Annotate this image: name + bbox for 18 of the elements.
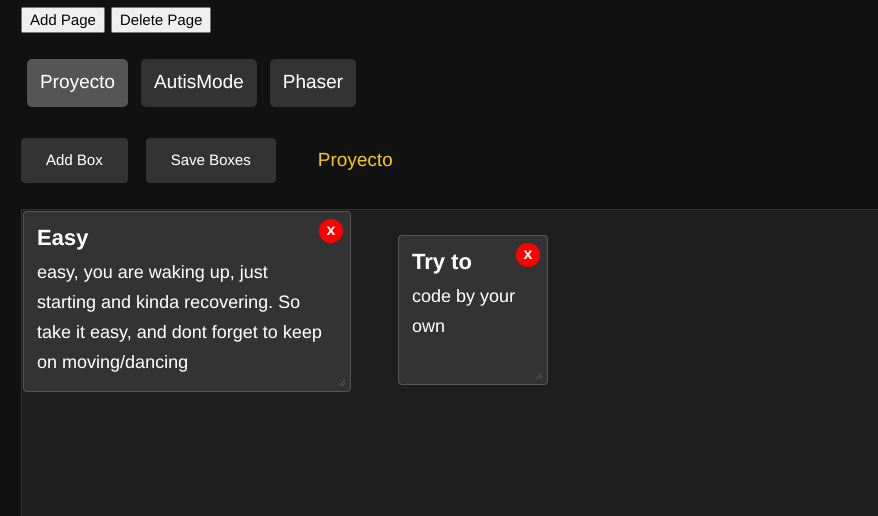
box-text: code by your own xyxy=(412,285,516,338)
note-box[interactable]: Try to x code by your own xyxy=(398,235,548,385)
page-button[interactable]: Delete Page xyxy=(110,7,212,33)
page-tab[interactable]: Proyecto xyxy=(27,59,128,107)
page-tab[interactable]: Phaser xyxy=(270,59,356,107)
close-button[interactable]: x xyxy=(319,219,343,243)
box-title: Try to xyxy=(412,249,472,275)
note-box[interactable]: Easy x easy, you are waking up, just starting and kinda recovering. So take it easy, and dont forget to keep on moving/dancing xyxy=(23,211,351,392)
resize-grip-icon[interactable] xyxy=(336,377,346,387)
close-button[interactable]: x xyxy=(516,243,540,267)
resize-grip-icon[interactable] xyxy=(533,370,543,380)
toolbar-button[interactable]: Save Boxes xyxy=(146,138,276,183)
page-button[interactable]: Add Page xyxy=(21,7,105,33)
current-page-title: Proyecto xyxy=(318,150,393,172)
toolbar-button[interactable]: Add Box xyxy=(21,138,128,183)
box-text: easy, you are waking up, just starting and kinda recovering. So take it easy, and dont forget to keep on moving/dancing xyxy=(37,261,323,374)
page-tab[interactable]: AutisMode xyxy=(140,59,257,107)
box-title: Easy xyxy=(37,225,88,251)
